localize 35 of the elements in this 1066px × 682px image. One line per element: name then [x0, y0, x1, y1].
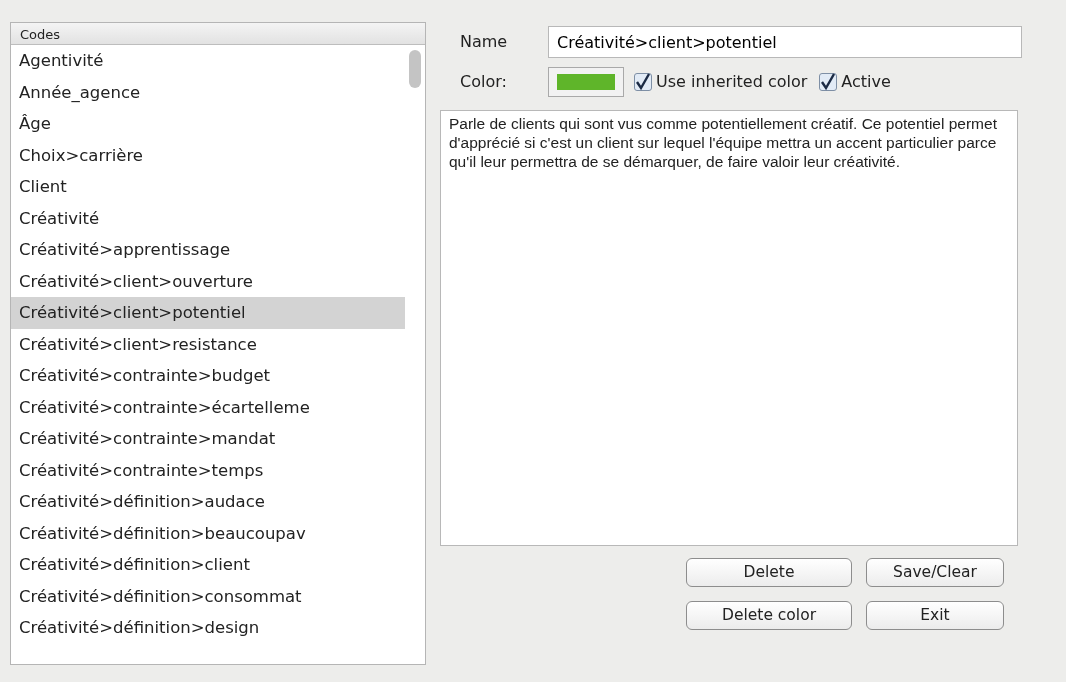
list-item[interactable]: Âge [11, 108, 405, 140]
list-item[interactable]: Créativité>définition>audace [11, 486, 405, 518]
action-button[interactable]: Exit [866, 601, 1004, 630]
name-label: Name [460, 31, 509, 53]
description-field[interactable] [440, 110, 1018, 546]
list-item[interactable]: Créativité>définition>beaucoupav [11, 517, 405, 549]
checkbox[interactable] [634, 73, 652, 91]
list-item[interactable]: Créativité>contrainte>mandat [11, 423, 405, 455]
column-header[interactable]: Codes [11, 23, 425, 45]
checkbox-label[interactable]: Active [841, 70, 891, 94]
action-button[interactable]: Delete [686, 558, 852, 587]
list-item[interactable]: Créativité>contrainte>écartelleme [11, 391, 405, 423]
list-item[interactable]: Créativité>définition>consommat [11, 580, 405, 612]
action-button[interactable]: Save/Clear [866, 558, 1004, 587]
list-item[interactable]: Créativité>définition>client [11, 549, 405, 581]
list-item[interactable]: Créativité [11, 202, 405, 234]
list-item[interactable]: Agentivité [11, 45, 405, 77]
checkbox[interactable] [819, 73, 838, 91]
scrollbar-thumb[interactable] [409, 50, 421, 88]
list-item[interactable]: Créativité>contrainte>temps [11, 454, 405, 486]
list-item[interactable]: Choix>carrière [11, 139, 405, 171]
color-label: Color: [460, 71, 508, 93]
checkbox-label[interactable]: Use inherited color [656, 70, 808, 94]
list-item[interactable]: Créativité>contrainte>budget [11, 360, 405, 392]
color-swatch[interactable] [548, 67, 624, 97]
description-text: Parle de clients qui sont vus comme potentiellement créatif. Ce potentiel permet d'apprécié si c'est un client sur lequel l'équipe mettra un accent particulier parce qu'il leur permettra de se démarquer, de faire valoir leur créativité. [449, 114, 998, 171]
list-item[interactable]: Créativité>client>potentiel [11, 297, 405, 329]
list-item[interactable]: Créativité>définition>design [11, 612, 405, 644]
list-item[interactable]: Créativité>client>resistance [11, 328, 405, 360]
list-item[interactable]: Client [11, 171, 405, 203]
name-field[interactable]: Créativité>client>potentiel [548, 26, 1022, 58]
action-button[interactable]: Delete color [686, 601, 852, 630]
list-item[interactable]: Créativité>client>ouverture [11, 265, 405, 297]
list-item[interactable]: Année_agence [11, 76, 405, 108]
list-item[interactable]: Créativité>apprentissage [11, 234, 405, 266]
